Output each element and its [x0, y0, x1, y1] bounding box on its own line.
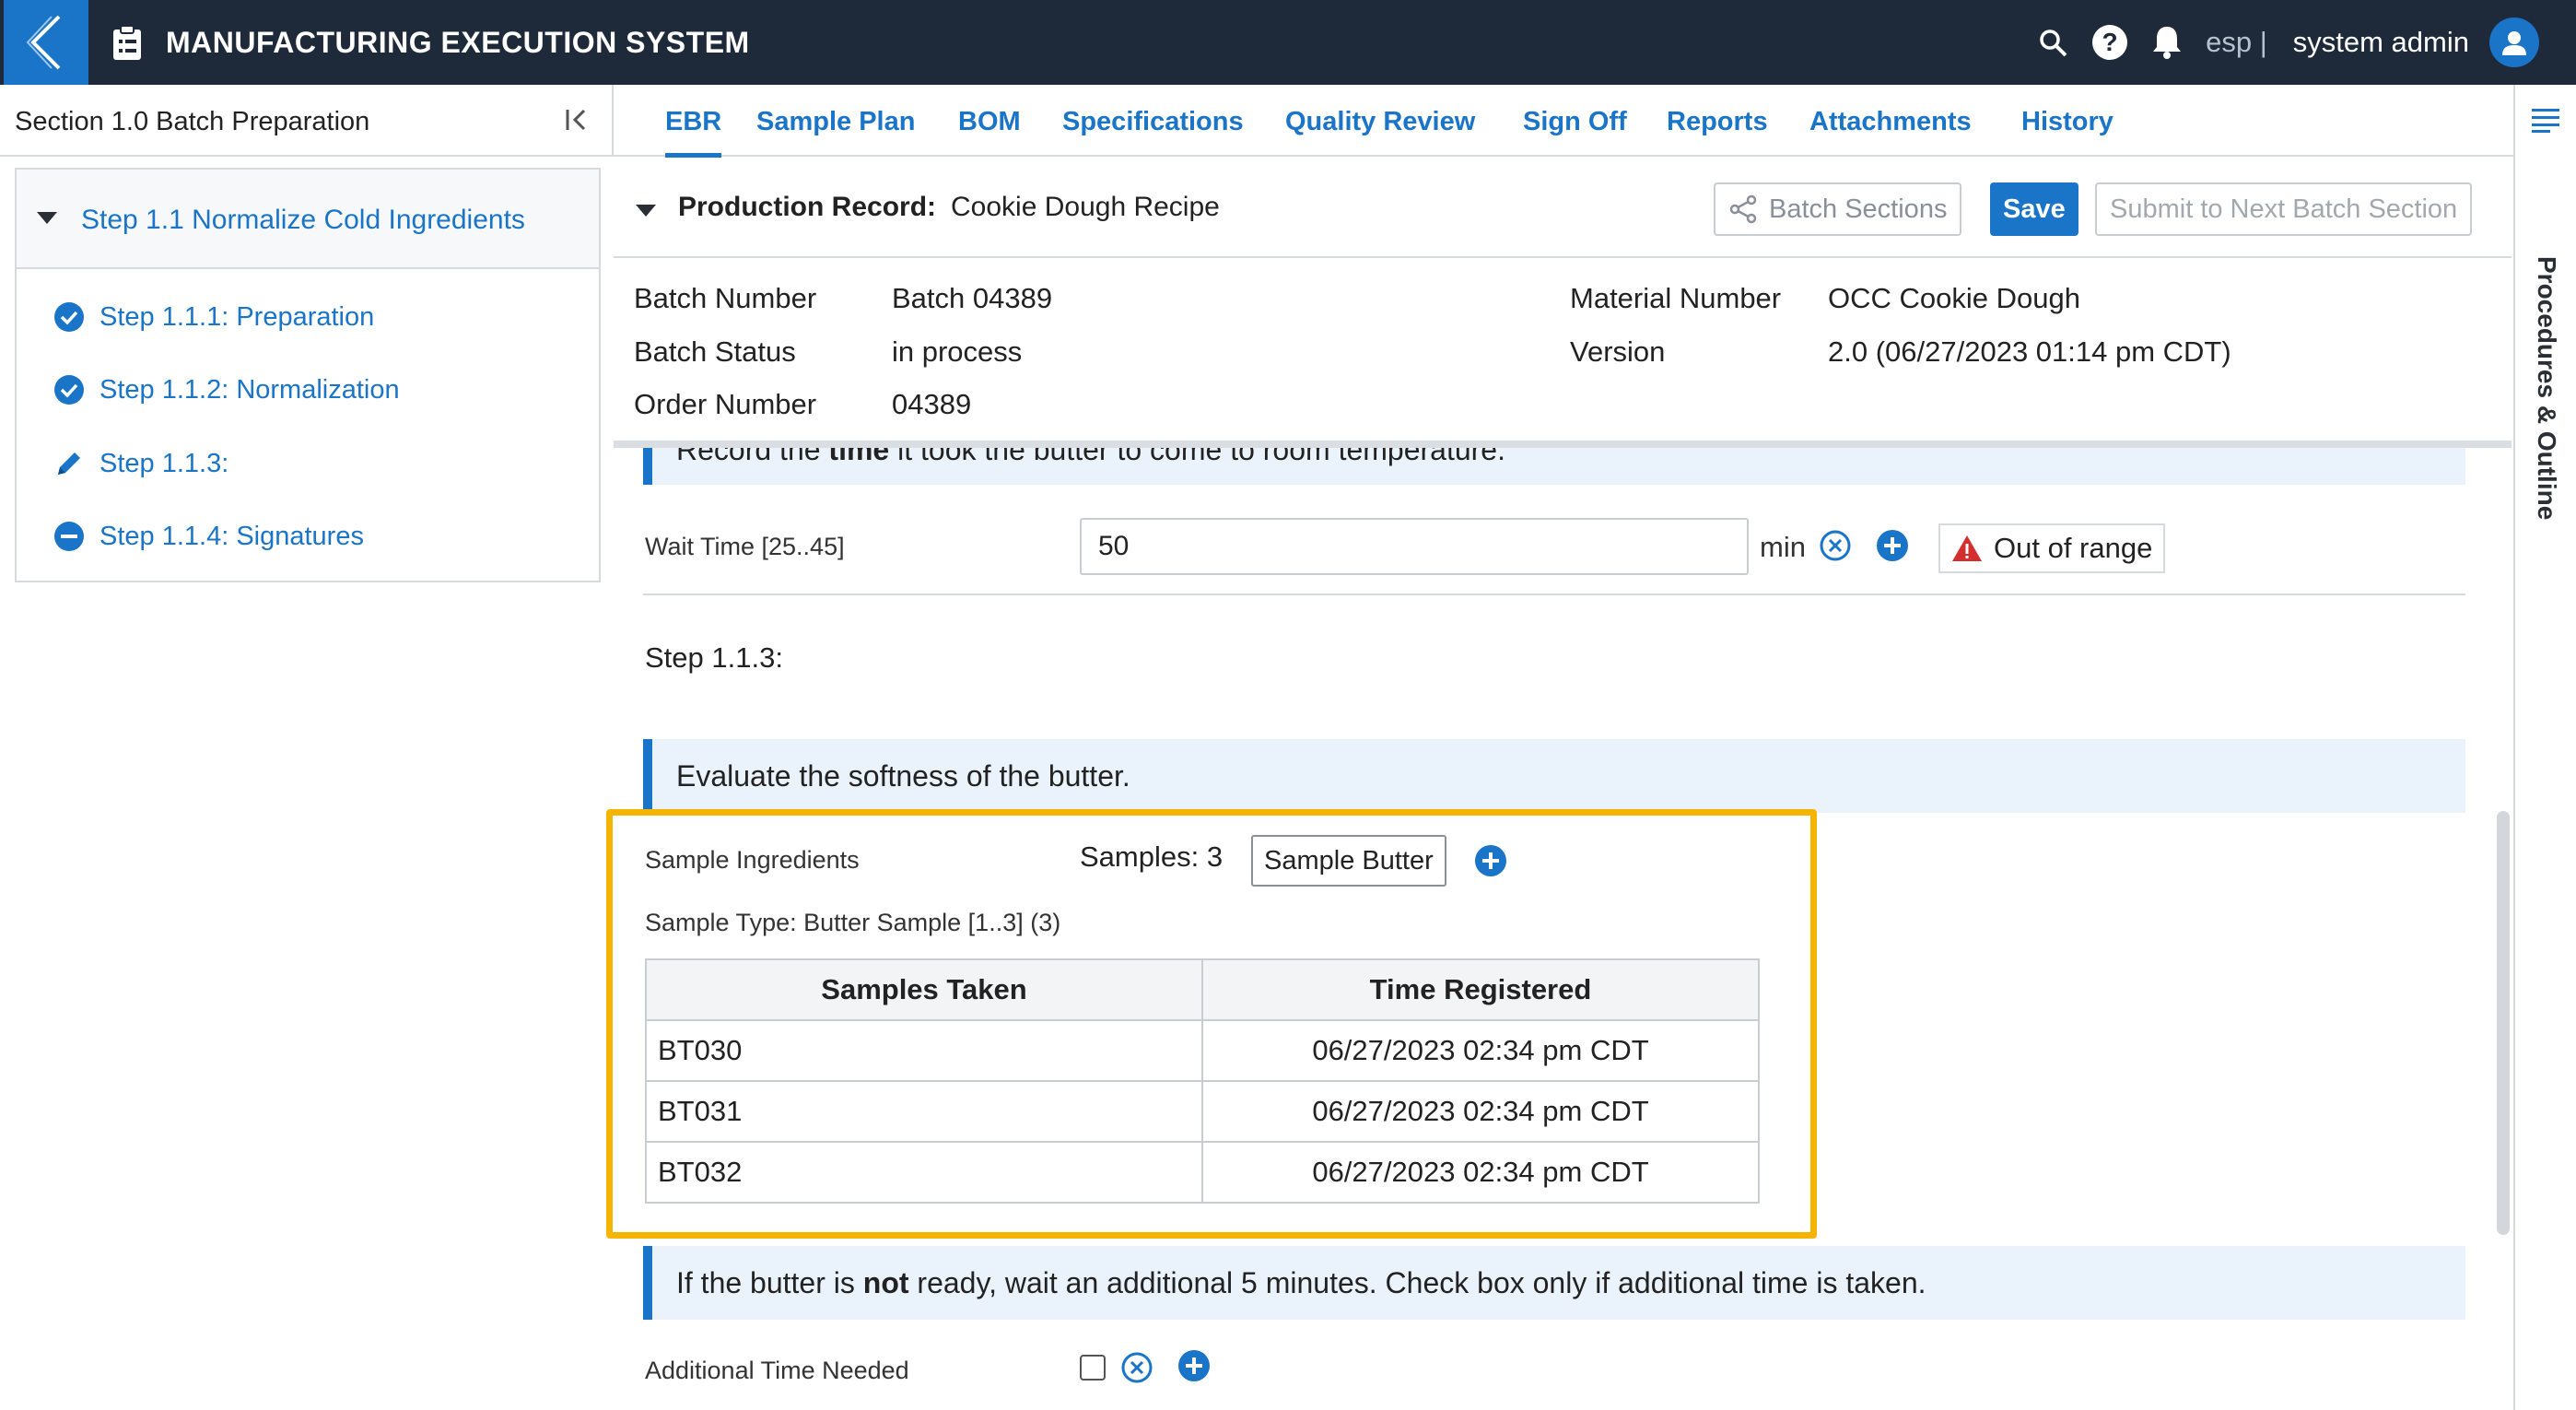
caret-down-icon[interactable] — [636, 205, 656, 217]
instruction-text: If the butter is not ready, wait an addi… — [676, 1266, 1926, 1299]
tree-step-1-1-4[interactable]: Step 1.1.4: Signatures — [53, 518, 364, 555]
tree-root-step[interactable]: Step 1.1 Normalize Cold Ingredients — [17, 170, 599, 269]
instruction-text: Record the time it took the butter to co… — [676, 448, 1505, 466]
share-icon — [1729, 194, 1757, 224]
batch-status-value: in process — [892, 335, 1023, 368]
add-circle-icon[interactable] — [1177, 1349, 1211, 1382]
material-number-value: OCC Cookie Dough — [1828, 282, 2080, 314]
production-record-header: Production Record: Cookie Dough Recipe B… — [614, 159, 2512, 258]
clear-circle-icon[interactable] — [1120, 1351, 1153, 1384]
batch-sections-label: Batch Sections — [1769, 194, 1948, 224]
tree-step-1-1-1[interactable]: Step 1.1.1: Preparation — [53, 299, 374, 335]
section-title: Section 1.0 Batch Preparation — [15, 107, 370, 136]
tab-ebr[interactable]: EBR — [665, 107, 722, 158]
version-value: 2.0 (06/27/2023 01:14 pm CDT) — [1828, 335, 2231, 368]
list-icon[interactable] — [2530, 105, 2561, 133]
caret-down-icon[interactable] — [37, 212, 57, 224]
production-record-value: Cookie Dough Recipe — [951, 192, 1220, 222]
check-circle-icon — [53, 374, 85, 405]
search-icon — [2040, 29, 2067, 57]
additional-time-label: Additional Time Needed — [645, 1357, 909, 1384]
back-button[interactable] — [4, 0, 88, 85]
collapse-panel-icon[interactable] — [562, 105, 591, 135]
batch-number-label: Batch Number — [634, 282, 817, 314]
user-name[interactable]: system admin — [2293, 26, 2469, 59]
wait-time-input[interactable]: 50 — [1080, 518, 1749, 575]
app-title: MANUFACTURING EXECUTION SYSTEM — [166, 26, 750, 59]
procedures-outline-rail[interactable]: Procedures & Outline — [2513, 85, 2576, 1410]
submit-next-section-button[interactable]: Submit to Next Batch Section — [2095, 182, 2473, 236]
order-number-value: 04389 — [892, 388, 972, 420]
step-outline: Step 1.1 Normalize Cold Ingredients Step… — [15, 168, 601, 582]
wait-time-label: Wait Time [25..45] — [645, 533, 845, 560]
step-title: Step 1.1.3: — [645, 641, 783, 674]
batch-sections-button[interactable]: Batch Sections — [1714, 182, 1962, 236]
instruction-callout: Evaluate the softness of the butter. — [643, 739, 2465, 813]
search-button[interactable] — [2034, 24, 2071, 61]
divider — [643, 593, 2465, 595]
top-bar: MANUFACTURING EXECUTION SYSTEM ? esp | s… — [0, 0, 2576, 85]
chevron-left-icon — [26, 15, 61, 70]
tree-step-label: Step 1.1.3: — [100, 448, 229, 478]
save-button[interactable]: Save — [1990, 182, 2078, 236]
tree-step-label: Step 1.1.2: Normalization — [100, 374, 400, 405]
svg-text:?: ? — [2102, 28, 2118, 56]
instruction-callout: If the butter is not ready, wait an addi… — [643, 1246, 2465, 1320]
tree-step-1-1-2[interactable]: Step 1.1.2: Normalization — [53, 371, 400, 408]
tab-specifications[interactable]: Specifications — [1062, 107, 1244, 137]
tab-bar: EBR Sample Plan BOM Specifications Quali… — [614, 85, 2515, 158]
tab-attachments[interactable]: Attachments — [1809, 107, 1972, 137]
pencil-icon — [53, 448, 85, 479]
avatar[interactable] — [2489, 18, 2539, 67]
root-step-label: Step 1.1 Normalize Cold Ingredients — [81, 205, 525, 235]
production-record-label: Production Record: — [678, 192, 937, 222]
sample-highlight-box — [606, 809, 1817, 1239]
batch-status-label: Batch Status — [634, 335, 796, 368]
bell-icon — [2153, 27, 2182, 59]
version-label: Version — [1570, 335, 1666, 368]
check-circle-icon — [53, 301, 85, 333]
clipboard-icon — [113, 25, 141, 60]
out-of-range-badge: Out of range — [1938, 523, 2166, 573]
additional-time-checkbox[interactable] — [1080, 1355, 1106, 1381]
tab-bom[interactable]: BOM — [958, 107, 1021, 137]
tab-sign-off[interactable]: Sign Off — [1523, 107, 1627, 137]
top-right-controls: ? esp | system admin — [2034, 0, 2539, 85]
tree-step-label: Step 1.1.4: Signatures — [100, 521, 364, 551]
section-header: Section 1.0 Batch Preparation — [0, 85, 614, 157]
procedures-outline-label[interactable]: Procedures & Outline — [2532, 256, 2561, 520]
material-number-label: Material Number — [1570, 282, 1782, 314]
tab-history[interactable]: History — [2021, 107, 2113, 137]
tree-step-label: Step 1.1.1: Preparation — [100, 301, 375, 332]
minus-circle-icon — [53, 521, 85, 552]
add-circle-icon[interactable] — [1876, 529, 1909, 562]
user-icon — [2502, 31, 2526, 55]
content-scrollbar[interactable] — [2497, 811, 2510, 1235]
instruction-text: Evaluate the softness of the butter. — [676, 759, 1130, 793]
clear-circle-icon[interactable] — [1819, 529, 1852, 562]
wait-time-unit: min — [1760, 531, 1806, 563]
tab-sample-plan[interactable]: Sample Plan — [756, 107, 915, 137]
batch-number-value: Batch 04389 — [892, 282, 1053, 314]
tab-quality-review[interactable]: Quality Review — [1285, 107, 1475, 137]
out-of-range-text: Out of range — [1994, 532, 2153, 564]
notifications-button[interactable] — [2149, 24, 2185, 61]
warning-icon — [1952, 535, 1982, 561]
help-button[interactable]: ? — [2091, 24, 2128, 61]
tab-reports[interactable]: Reports — [1667, 107, 1768, 137]
instruction-callout: Record the time it took the butter to co… — [643, 448, 2465, 485]
batch-info: Batch Number Batch 04389 Batch Status in… — [614, 260, 2512, 448]
user-code: esp | — [2206, 26, 2267, 58]
order-number-label: Order Number — [634, 388, 817, 420]
help-icon: ? — [2092, 25, 2128, 60]
tree-step-1-1-3[interactable]: Step 1.1.3: — [53, 445, 228, 482]
